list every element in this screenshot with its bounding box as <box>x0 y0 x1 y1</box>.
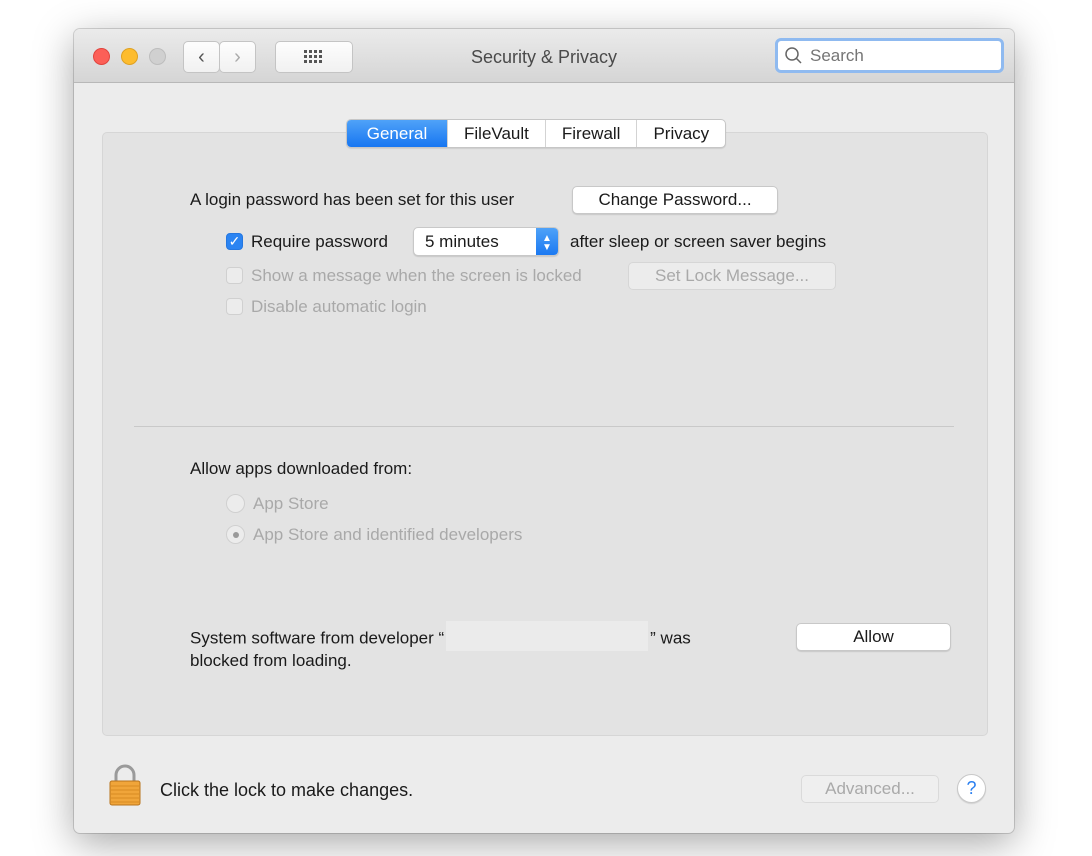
lock-text: Click the lock to make changes. <box>160 780 414 800</box>
help-button[interactable]: ? <box>957 774 986 803</box>
blocked-text-before: System software from developer “ <box>190 628 445 648</box>
password-interval-select[interactable]: 5 minutes ▲ ▼ <box>413 227 559 256</box>
tab-firewall[interactable]: Firewall <box>544 120 637 147</box>
require-password-label: Require password <box>251 232 389 251</box>
blocked-text-line2: blocked from loading. <box>190 651 352 670</box>
require-password-checkbox[interactable]: ✓ <box>226 233 243 250</box>
advanced-button[interactable]: Advanced... <box>801 775 939 803</box>
security-privacy-window: ‹ › Security & Privacy General FileVault… <box>74 29 1014 833</box>
search-input[interactable] <box>808 44 992 67</box>
title-bar: ‹ › Security & Privacy <box>74 29 1014 83</box>
tab-bar: General FileVault Firewall Privacy <box>346 119 727 148</box>
blocked-text-after: ” was <box>650 628 691 648</box>
password-interval-value: 5 minutes <box>425 231 499 251</box>
divider <box>134 426 954 427</box>
stepper-arrows-icon: ▲ ▼ <box>536 228 558 255</box>
radio-app-store-label: App Store <box>253 494 329 513</box>
redacted-developer-name <box>446 621 649 651</box>
blocked-text-line1: System software from developer “ ” was <box>190 621 691 651</box>
disable-auto-login-label: Disable automatic login <box>251 297 427 316</box>
lock-icon[interactable] <box>109 764 141 806</box>
disable-auto-login-checkbox[interactable] <box>226 298 243 315</box>
set-lock-message-button[interactable]: Set Lock Message... <box>628 262 836 290</box>
search-icon <box>785 46 802 64</box>
tab-general[interactable]: General <box>347 120 447 147</box>
search-field[interactable] <box>775 38 1004 73</box>
after-sleep-text: after sleep or screen saver begins <box>570 232 827 251</box>
show-message-label: Show a message when the screen is locked <box>251 266 582 285</box>
show-message-checkbox[interactable] <box>226 267 243 284</box>
change-password-button[interactable]: Change Password... <box>572 186 778 214</box>
allow-apps-heading: Allow apps downloaded from: <box>190 459 413 478</box>
tab-privacy[interactable]: Privacy <box>636 120 725 147</box>
allow-button[interactable]: Allow <box>796 623 951 651</box>
login-password-text: A login password has been set for this u… <box>190 190 515 209</box>
checkmark-icon: ✓ <box>228 233 241 249</box>
radio-app-store[interactable] <box>226 494 245 513</box>
radio-identified-developers[interactable] <box>226 525 245 544</box>
radio-identified-developers-label: App Store and identified developers <box>253 525 523 544</box>
tab-filevault[interactable]: FileVault <box>447 120 545 147</box>
